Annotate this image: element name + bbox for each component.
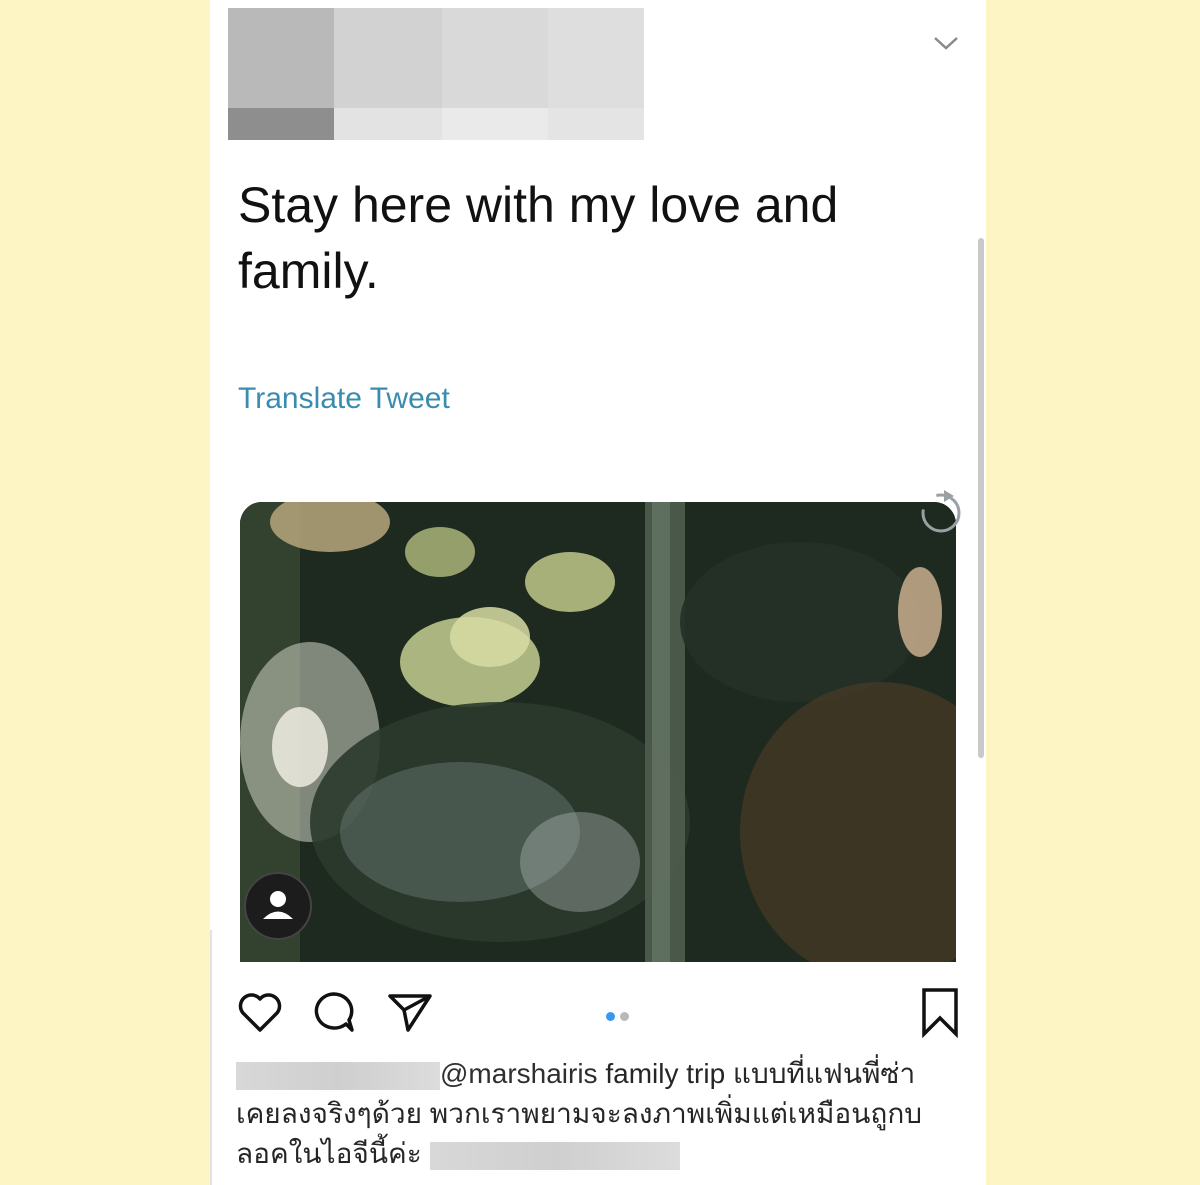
foliage-image [240, 502, 956, 962]
post-caption: @marshairis family trip แบบที่แฟนพี่ซ่า … [236, 1054, 966, 1174]
tweet-card: Stay here with my love and family. Trans… [210, 0, 986, 1185]
heart-icon[interactable] [234, 986, 286, 1038]
tweet-text: Stay here with my love and family. [238, 172, 938, 304]
divider [210, 930, 220, 1185]
caption-line-3: ลอคในไอจีนี้ค่ะ [236, 1134, 966, 1174]
translate-tweet-link[interactable]: Translate Tweet [238, 382, 450, 416]
send-icon[interactable] [384, 986, 436, 1038]
caption-line-2: เคยลงจริงๆด้วย พวกเราพยามจะลงภาพเพิ่มแต่… [236, 1098, 923, 1129]
chevron-down-icon[interactable] [932, 32, 960, 54]
carousel-indicator [606, 1008, 634, 1026]
bookmark-icon[interactable] [914, 986, 966, 1038]
tweet-text-line-1: Stay here with my love and [238, 177, 839, 233]
post-actions [234, 986, 974, 1042]
comment-icon[interactable] [308, 986, 360, 1038]
caption-text-3: ลอคในไอจีนี้ค่ะ [236, 1138, 422, 1169]
user-tag-icon[interactable] [244, 872, 312, 940]
caption-line-1: @marshairis family trip แบบที่แฟนพี่ซ่า [236, 1054, 966, 1094]
redacted-text [429, 1141, 680, 1170]
carousel-dot-active [606, 1012, 615, 1021]
tweet-text-line-2: family. [238, 243, 379, 299]
redacted-username [236, 1061, 440, 1090]
scrollbar[interactable] [978, 238, 984, 758]
post-photo[interactable] [240, 502, 956, 962]
caption-text-1: family trip แบบที่แฟนพี่ซ่า [597, 1058, 916, 1089]
mention-link[interactable]: @marshairis [440, 1058, 598, 1089]
carousel-dot [620, 1012, 629, 1021]
retweet-icon[interactable] [910, 480, 972, 542]
redacted-profile [228, 8, 644, 140]
